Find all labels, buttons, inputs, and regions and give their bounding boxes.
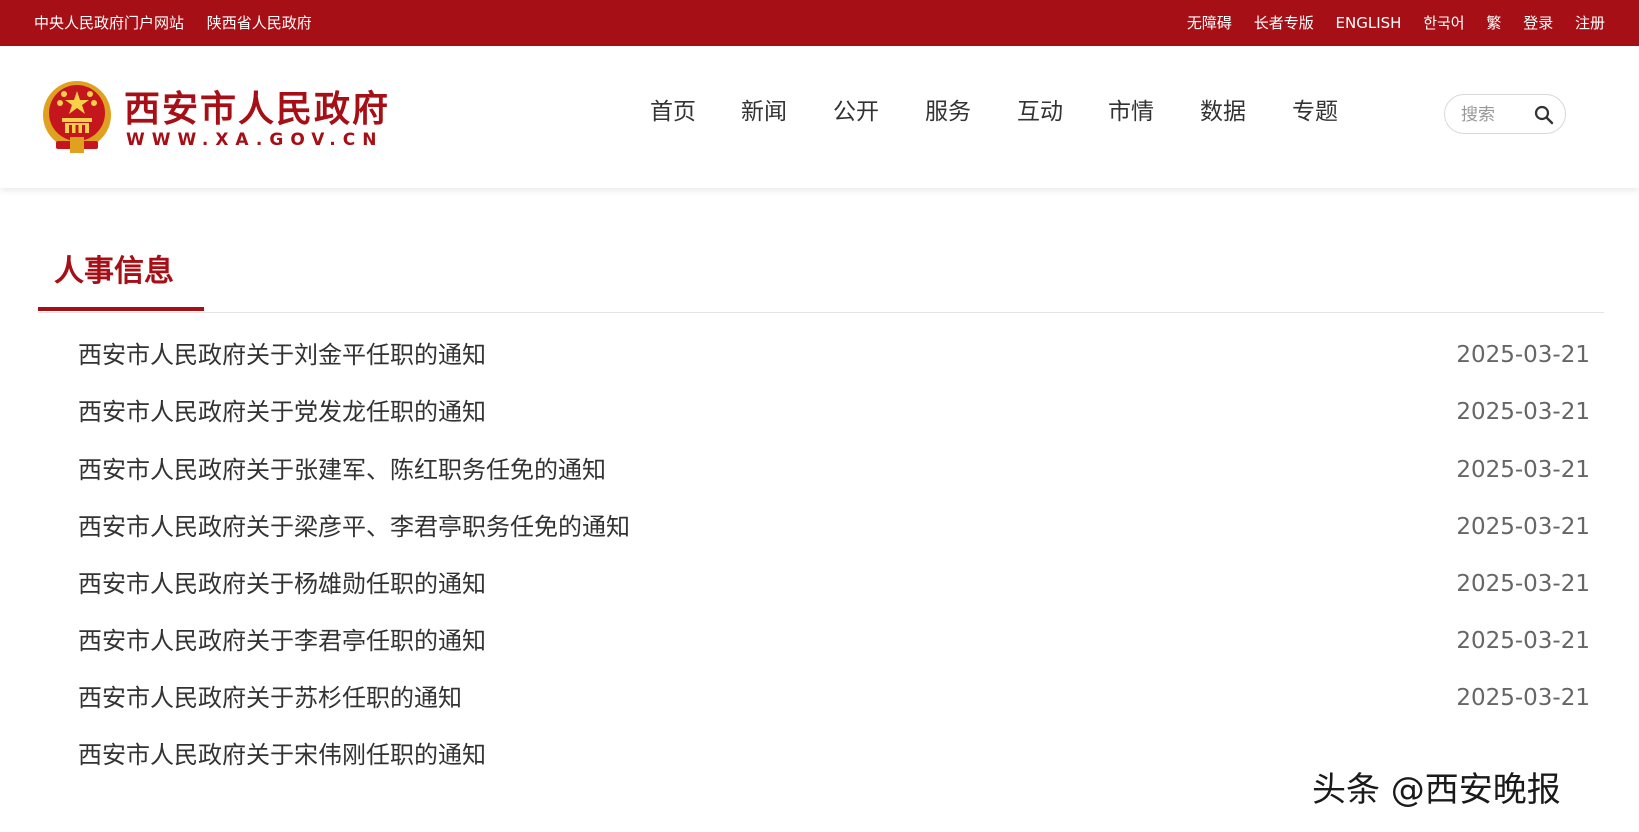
link-english[interactable]: ENGLISH	[1336, 14, 1402, 32]
link-elderly-version[interactable]: 长者专版	[1254, 14, 1314, 32]
list-item-title[interactable]: 西安市人民政府关于刘金平任职的通知	[78, 335, 486, 375]
site-header: 西安市人民政府 WWW.XA.GOV.CN 首页 新闻 公开 服务 互动 市情 …	[0, 46, 1639, 188]
source-watermark: 头条 @西安晚报	[1312, 770, 1561, 810]
list-item-date: 2025-03-21	[1456, 342, 1590, 368]
nav-news[interactable]: 新闻	[741, 46, 787, 178]
list-item-date: 2025-03-21	[1456, 457, 1590, 483]
list-item-title[interactable]: 西安市人民政府关于梁彦平、李君亭职务任免的通知	[78, 507, 630, 547]
link-accessibility[interactable]: 无障碍	[1187, 14, 1232, 32]
topbar-left-links: 中央人民政府门户网站 陕西省人民政府	[34, 0, 330, 46]
search-input[interactable]	[1459, 101, 1535, 129]
list-item-title[interactable]: 西安市人民政府关于苏杉任职的通知	[78, 678, 462, 718]
nav-public[interactable]: 公开	[833, 46, 879, 178]
nav-topics[interactable]: 专题	[1292, 46, 1338, 178]
section-title: 人事信息	[54, 254, 174, 289]
search-icon[interactable]	[1533, 104, 1555, 126]
list-item-date: 2025-03-21	[1456, 628, 1590, 654]
national-emblem-icon	[43, 81, 111, 153]
link-central-government-portal[interactable]: 中央人民政府门户网站	[34, 14, 184, 32]
link-traditional-chinese[interactable]: 繁	[1486, 14, 1501, 32]
link-shaanxi-government[interactable]: 陕西省人民政府	[207, 14, 312, 32]
list-item[interactable]: 西安市人民政府关于张建军、陈红职务任免的通知 2025-03-21	[78, 450, 1590, 490]
list-item-date: 2025-03-21	[1456, 571, 1590, 597]
nav-services[interactable]: 服务	[925, 46, 971, 178]
section-divider	[38, 312, 1604, 313]
search-box	[1444, 94, 1566, 134]
nav-city-info[interactable]: 市情	[1108, 46, 1154, 178]
list-item-title[interactable]: 西安市人民政府关于宋伟刚任职的通知	[78, 735, 486, 775]
list-item[interactable]: 西安市人民政府关于杨雄勋任职的通知 2025-03-21	[78, 564, 1590, 604]
list-item[interactable]: 西安市人民政府关于苏杉任职的通知 2025-03-21	[78, 678, 1590, 718]
list-item[interactable]: 西安市人民政府关于党发龙任职的通知 2025-03-21	[78, 392, 1590, 432]
section-title-underline	[38, 307, 204, 311]
list-item-title[interactable]: 西安市人民政府关于杨雄勋任职的通知	[78, 564, 486, 604]
site-url: WWW.XA.GOV.CN	[126, 130, 384, 150]
link-register[interactable]: 注册	[1575, 14, 1605, 32]
nav-home[interactable]: 首页	[650, 46, 696, 178]
link-korean[interactable]: 한국어	[1423, 14, 1464, 32]
topbar-right-links: 无障碍 长者专版 ENGLISH 한국어 繁 登录 注册	[1170, 0, 1605, 46]
list-item-date: 2025-03-21	[1456, 514, 1590, 540]
top-utility-bar: 中央人民政府门户网站 陕西省人民政府 无障碍 长者专版 ENGLISH 한국어 …	[0, 0, 1639, 46]
list-item[interactable]: 西安市人民政府关于刘金平任职的通知 2025-03-21	[78, 335, 1590, 375]
list-item-title[interactable]: 西安市人民政府关于党发龙任职的通知	[78, 392, 486, 432]
site-logo[interactable]: 西安市人民政府 WWW.XA.GOV.CN	[40, 76, 410, 156]
link-login[interactable]: 登录	[1523, 14, 1553, 32]
site-title: 西安市人民政府	[124, 89, 391, 130]
list-item[interactable]: 西安市人民政府关于梁彦平、李君亭职务任免的通知 2025-03-21	[78, 507, 1590, 547]
nav-data[interactable]: 数据	[1200, 46, 1246, 178]
list-item-date: 2025-03-21	[1456, 685, 1590, 711]
list-item-date: 2025-03-21	[1456, 399, 1590, 425]
nav-interaction[interactable]: 互动	[1017, 46, 1063, 178]
list-item-title[interactable]: 西安市人民政府关于张建军、陈红职务任免的通知	[78, 450, 606, 490]
list-item[interactable]: 西安市人民政府关于李君亭任职的通知 2025-03-21	[78, 621, 1590, 661]
list-item-title[interactable]: 西安市人民政府关于李君亭任职的通知	[78, 621, 486, 661]
